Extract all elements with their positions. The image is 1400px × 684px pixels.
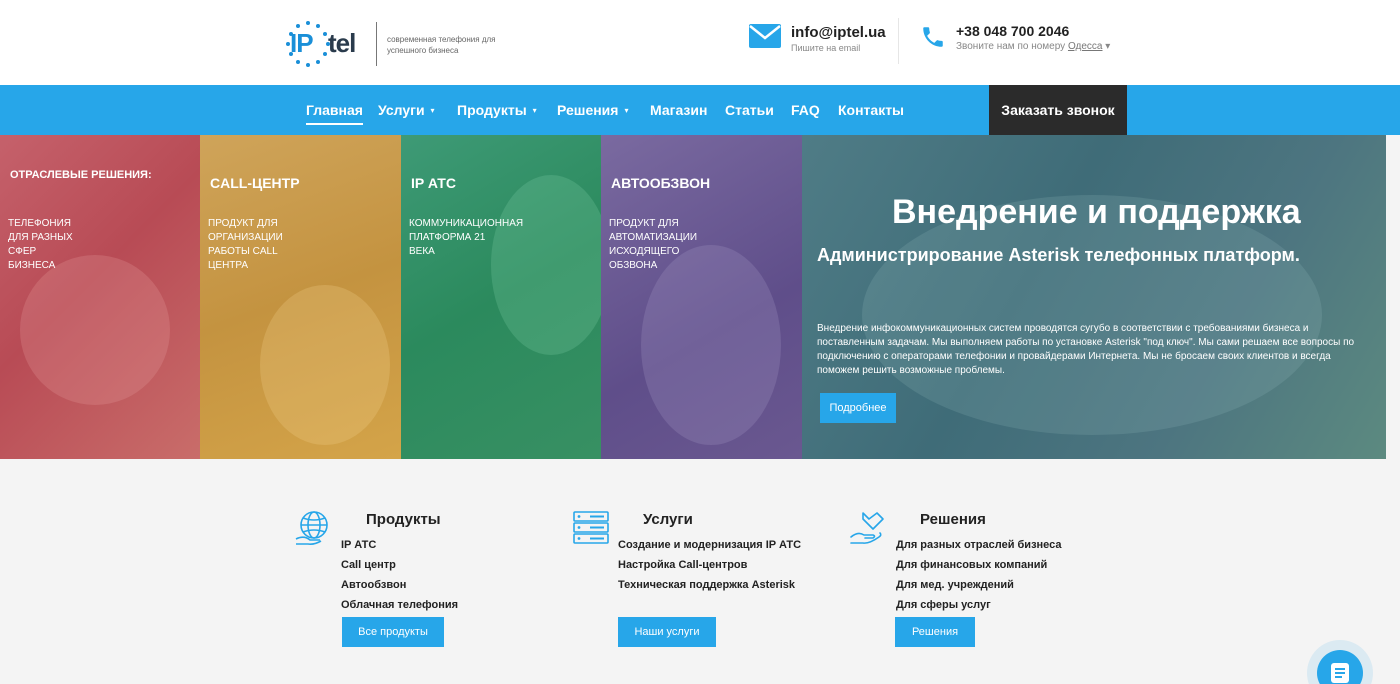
logo[interactable]: IP tel bbox=[284, 20, 376, 68]
main-nav: Главная Услуги ▾ Продукты ▾ Решения ▾ Магаз… bbox=[0, 85, 1400, 135]
phone-caption-text: Звоните нам по номеру bbox=[956, 41, 1066, 52]
header-separator bbox=[898, 18, 899, 64]
list-item[interactable]: Call центр bbox=[341, 555, 458, 575]
list-item[interactable]: Автообзвон bbox=[341, 575, 458, 595]
hands-icon bbox=[850, 512, 884, 544]
phone-icon bbox=[923, 27, 943, 47]
hero-panel-industry[interactable]: ОТРАСЛЕВЫЕ РЕШЕНИЯ: ТЕЛЕФОНИЯ ДЛЯ РАЗНЫХ… bbox=[0, 135, 200, 459]
chevron-down-icon: ▾ bbox=[624, 106, 629, 115]
hero-panel-ipats[interactable]: IP АТС КОММУНИКАЦИОННАЯ ПЛАТФОРМА 21 ВЕК… bbox=[401, 135, 601, 459]
nav-label: Статьи bbox=[725, 102, 774, 118]
chevron-down-icon: ▾ bbox=[532, 106, 537, 115]
list-item[interactable]: Техническая поддержка Asterisk bbox=[618, 575, 801, 595]
phone-caption: Звоните нам по номеру Одесса ▾ bbox=[956, 41, 1110, 52]
list-item[interactable]: Для разных отраслей бизнеса bbox=[896, 535, 1062, 555]
panel-title: CALL-ЦЕНТР bbox=[210, 175, 300, 191]
logo-tagline: современная телефония для успешного бизн… bbox=[387, 35, 496, 55]
nav-item-articles[interactable]: Статьи bbox=[725, 85, 774, 135]
panel-text: ТЕЛЕФОНИЯ ДЛЯ РАЗНЫХ СФЕР БИЗНЕСА bbox=[8, 218, 73, 271]
list-item[interactable]: Для сферы услуг bbox=[896, 595, 1062, 615]
panel-decoration bbox=[260, 285, 390, 445]
chevron-down-icon: ▾ bbox=[430, 106, 435, 115]
email-address[interactable]: info@iptel.ua bbox=[791, 24, 886, 41]
solutions-button[interactable]: Решения bbox=[895, 617, 975, 647]
list-item[interactable]: Для финансовых компаний bbox=[896, 555, 1062, 575]
nav-item-faq[interactable]: FAQ bbox=[791, 85, 820, 135]
all-products-button[interactable]: Все продукты bbox=[342, 617, 444, 647]
list-item[interactable]: IP АТС bbox=[341, 535, 458, 555]
nav-item-solutions[interactable]: Решения ▾ bbox=[557, 85, 628, 135]
globe-hand-icon bbox=[295, 511, 328, 545]
nav-label: Контакты bbox=[838, 102, 905, 118]
hero-main-slide: Внедрение и поддержка Администрирование … bbox=[802, 135, 1386, 459]
feature-title: Решения bbox=[920, 511, 986, 528]
panel-decoration bbox=[20, 255, 170, 405]
nav-item-home[interactable]: Главная bbox=[306, 85, 363, 135]
server-icon bbox=[573, 511, 609, 544]
hero-title: Внедрение и поддержка bbox=[892, 193, 1301, 231]
hero-edge bbox=[1386, 135, 1400, 459]
hero-panel-callcenter[interactable]: CALL-ЦЕНТР ПРОДУКТ ДЛЯ ОРГАНИЗАЦИИ РАБОТ… bbox=[200, 135, 401, 459]
our-services-button[interactable]: Наши услуги bbox=[618, 617, 716, 647]
nav-item-services[interactable]: Услуги ▾ bbox=[378, 85, 435, 135]
hero-subtitle: Администрирование Asterisk телефонных пл… bbox=[817, 245, 1300, 265]
list-item[interactable]: Облачная телефония bbox=[341, 595, 458, 615]
nav-label: Услуги bbox=[378, 102, 425, 118]
nav-label: FAQ bbox=[791, 102, 820, 118]
hero-description: Внедрение инфокоммуникационных систем пр… bbox=[817, 323, 1355, 376]
logo-mark: IP tel bbox=[284, 20, 376, 68]
nav-item-contacts[interactable]: Контакты bbox=[838, 85, 904, 135]
panel-title: IP АТС bbox=[411, 175, 456, 191]
logo-divider bbox=[376, 22, 377, 66]
email-caption: Пишите на email bbox=[791, 43, 861, 53]
panel-text: ПРОДУКТ ДЛЯ ОРГАНИЗАЦИИ РАБОТЫ CALL ЦЕНТ… bbox=[208, 218, 283, 271]
feature-title: Продукты bbox=[366, 511, 441, 528]
list-item[interactable]: Настройка Call-центров bbox=[618, 555, 801, 575]
site-header: IP tel современная телефония для успешно… bbox=[0, 0, 1400, 85]
callback-button[interactable]: Заказать звонок bbox=[989, 85, 1127, 135]
list-item[interactable]: Для мед. учреждений bbox=[896, 575, 1062, 595]
feature-list: Создание и модернизация IP АТС Настройка… bbox=[618, 535, 801, 595]
phone-number[interactable]: +38 048 700 2046 bbox=[956, 23, 1069, 39]
feature-list: IP АТС Call центр Автообзвон Облачная те… bbox=[341, 535, 458, 615]
panel-title: ОТРАСЛЕВЫЕ РЕШЕНИЯ: bbox=[10, 169, 152, 181]
panel-text: КОММУНИКАЦИОННАЯ ПЛАТФОРМА 21 ВЕКА bbox=[409, 218, 524, 257]
feature-title: Услуги bbox=[643, 511, 693, 528]
more-button[interactable]: Подробнее bbox=[820, 393, 896, 423]
nav-label: Главная bbox=[306, 102, 363, 118]
logo-tel-text: tel bbox=[328, 28, 356, 58]
city-selector[interactable]: Одесса bbox=[1068, 41, 1103, 52]
list-item[interactable]: Создание и модернизация IP АТС bbox=[618, 535, 801, 555]
mail-icon bbox=[749, 24, 781, 48]
nav-label: Решения bbox=[557, 102, 619, 118]
logo-ip-text: IP bbox=[290, 28, 314, 58]
nav-item-shop[interactable]: Магазин bbox=[650, 85, 707, 135]
chat-icon bbox=[1331, 663, 1349, 683]
nav-label: Продукты bbox=[457, 102, 527, 118]
panel-text: ПРОДУКТ ДЛЯ АВТОМАТИЗАЦИИ ИСХОДЯЩЕГО ОБЗ… bbox=[609, 218, 698, 271]
nav-label: Магазин bbox=[650, 102, 708, 118]
hero-section: ОТРАСЛЕВЫЕ РЕШЕНИЯ: ТЕЛЕФОНИЯ ДЛЯ РАЗНЫХ… bbox=[0, 135, 1400, 459]
hero-panel-autodial[interactable]: АВТООБЗВОН ПРОДУКТ ДЛЯ АВТОМАТИЗАЦИИ ИСХ… bbox=[601, 135, 802, 459]
chevron-down-icon[interactable]: ▾ bbox=[1105, 41, 1110, 52]
nav-item-products[interactable]: Продукты ▾ bbox=[457, 85, 537, 135]
panel-decoration bbox=[641, 245, 781, 445]
panel-title: АВТООБЗВОН bbox=[611, 175, 711, 191]
feature-list: Для разных отраслей бизнеса Для финансов… bbox=[896, 535, 1062, 615]
panel-decoration bbox=[491, 175, 601, 355]
